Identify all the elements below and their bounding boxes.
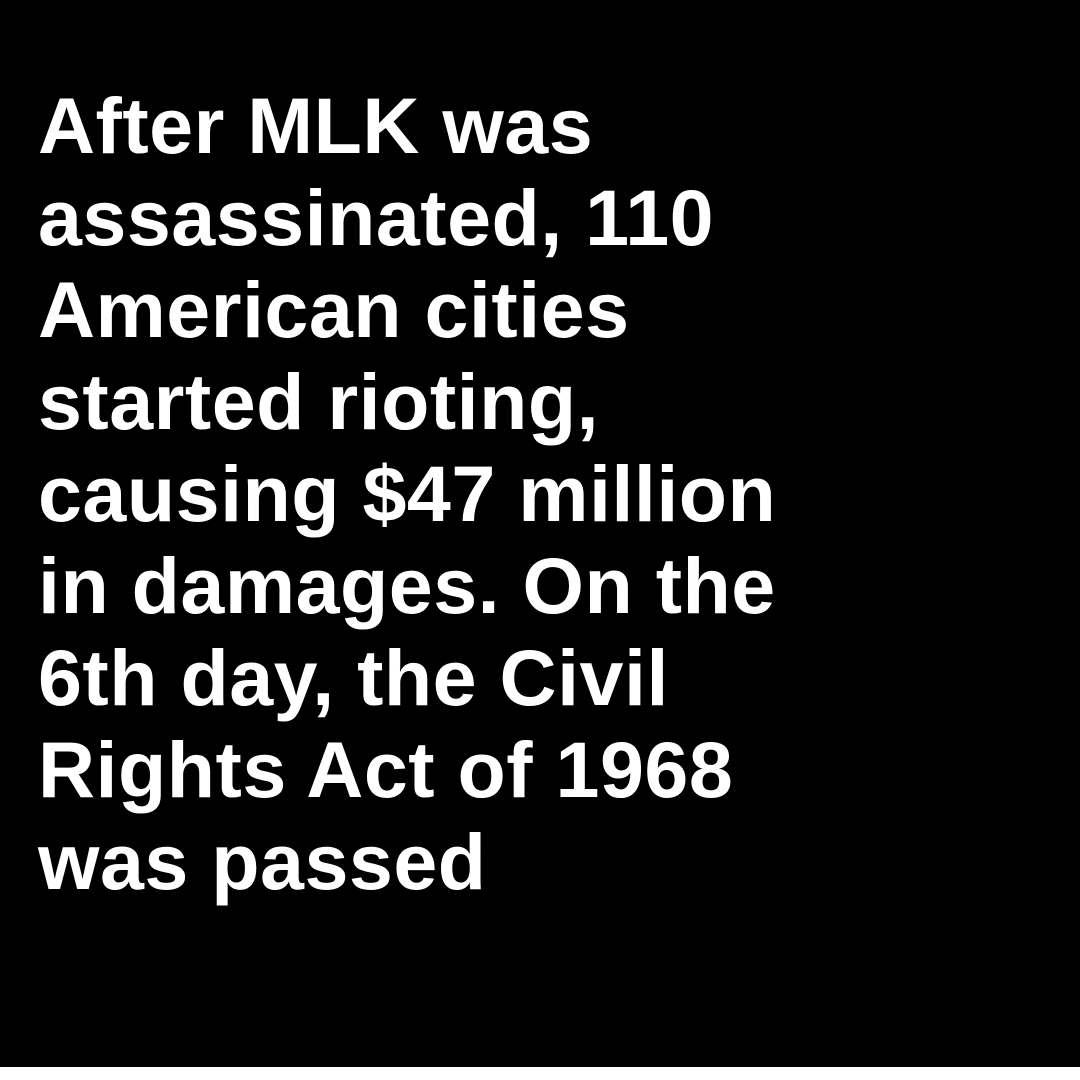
quote-poster: After MLK was assassinated, 110 American…	[0, 0, 1080, 1067]
quote-line-4: started rioting,	[38, 357, 600, 446]
quote-line-3: American cities	[38, 265, 630, 354]
quote-text: After MLK was assassinated, 110 American…	[38, 80, 1068, 908]
quote-line-7: 6th day, the Civil	[38, 633, 669, 722]
quote-line-9: was passed	[38, 817, 487, 906]
quote-line-2: assassinated, 110	[38, 173, 715, 262]
quote-line-1: After MLK was	[38, 81, 594, 170]
quote-line-6: in damages. On the	[38, 541, 776, 630]
quote-line-8: Rights Act of 1968	[38, 725, 734, 814]
quote-line-5: causing $47 million	[38, 449, 777, 538]
